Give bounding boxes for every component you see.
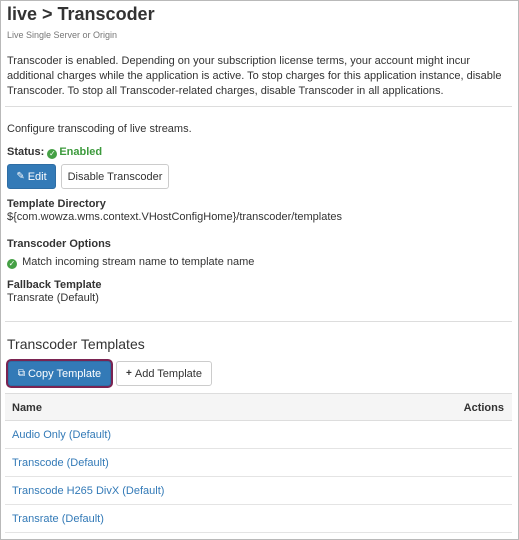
intro-text: Configure transcoding of live streams. — [7, 123, 192, 135]
check-circle-icon: ✓ — [7, 259, 17, 269]
template-link[interactable]: Audio Only (Default) — [12, 429, 111, 441]
edit-button-label: Edit — [27, 170, 47, 183]
column-header-actions: Actions — [463, 402, 504, 414]
table-row: Audio Only (Default) — [5, 421, 512, 449]
template-link[interactable]: Transrate (Default) — [12, 513, 104, 525]
template-directory-label: Template Directory — [7, 198, 106, 210]
copy-template-button[interactable]: ⧉ Copy Template — [8, 361, 111, 386]
template-link[interactable]: Transcode H265 DivX (Default) — [12, 485, 164, 497]
status-value: Enabled — [59, 146, 103, 158]
divider — [5, 106, 512, 107]
template-directory-value: ${com.wowza.wms.context.VHostConfigHome}… — [7, 211, 343, 223]
templates-table: Name Actions Audio Only (Default) Transc… — [5, 393, 512, 533]
status-line: Status: ✓ Enabled — [7, 146, 102, 159]
transcoder-options-label: Transcoder Options — [7, 238, 111, 250]
template-link[interactable]: Transcode (Default) — [12, 457, 109, 469]
column-header-name: Name — [12, 402, 42, 414]
add-template-label: Add Template — [134, 367, 202, 380]
pencil-icon: ✎ — [16, 171, 25, 182]
fallback-template-value: Transrate (Default) — [7, 292, 99, 304]
table-header: Name Actions — [5, 393, 512, 421]
disable-transcoder-label: Disable Transcoder — [67, 170, 163, 183]
edit-button[interactable]: ✎ Edit — [7, 164, 56, 189]
add-template-button[interactable]: + Add Template — [116, 361, 212, 386]
license-notice: Transcoder is enabled. Depending on your… — [7, 55, 502, 97]
table-row: Transcode H265 DivX (Default) — [5, 477, 512, 505]
fallback-template-label: Fallback Template — [7, 279, 102, 291]
page-title: live > Transcoder — [7, 4, 155, 24]
transcoder-option-item: ✓ Match incoming stream name to template… — [7, 256, 254, 269]
status-label: Status: — [7, 146, 45, 158]
page-subtitle: Live Single Server or Origin — [7, 30, 118, 40]
table-row: Transcode (Default) — [5, 449, 512, 477]
copy-template-label: Copy Template — [27, 367, 102, 380]
copy-icon: ⧉ — [17, 368, 25, 379]
table-row: Transrate (Default) — [5, 505, 512, 533]
divider — [5, 321, 512, 322]
check-circle-icon: ✓ — [47, 149, 58, 159]
templates-section-title: Transcoder Templates — [7, 336, 145, 352]
disable-transcoder-button[interactable]: Disable Transcoder — [61, 164, 169, 189]
plus-icon: + — [126, 368, 132, 379]
transcoder-option-text: Match incoming stream name to template n… — [22, 256, 255, 268]
